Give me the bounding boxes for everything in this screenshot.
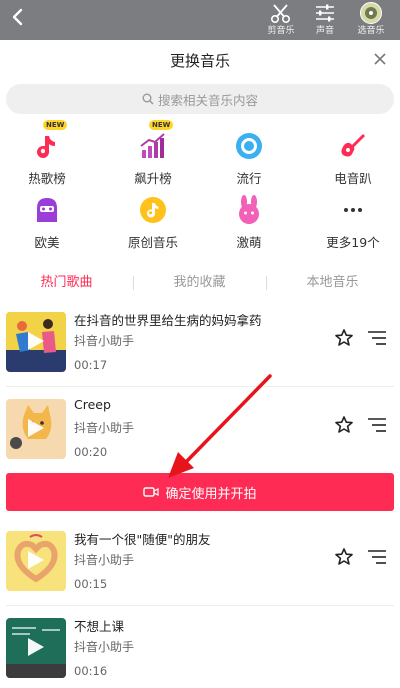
- category-rising[interactable]: NEW 飙升榜: [113, 120, 193, 187]
- category-more[interactable]: 更多19个: [313, 194, 393, 251]
- category-label: 电音趴: [334, 171, 372, 186]
- song-cover: [6, 399, 66, 459]
- song-duration: 00:17: [74, 358, 108, 372]
- song-title: 不想上课: [74, 619, 125, 634]
- close-icon[interactable]: [372, 51, 388, 67]
- category-label: 欧美: [34, 235, 60, 250]
- song-duration: 00:15: [74, 577, 108, 591]
- music-disc-icon: [360, 2, 382, 24]
- cut-list-icon[interactable]: [368, 418, 386, 432]
- row-divider: [6, 605, 394, 606]
- category-label: 原创音乐: [127, 235, 178, 250]
- top-toolbar: 剪音乐 声音 选音乐: [0, 0, 400, 40]
- category-label: 流行: [236, 171, 262, 186]
- song-cover: [6, 531, 66, 591]
- cut-music-label: 剪音乐: [267, 26, 295, 36]
- category-label: 飙升榜: [134, 171, 172, 186]
- confirm-button-label: 确定使用并开拍: [165, 486, 257, 502]
- music-tabs: 热门歌曲 我的收藏 本地音乐: [0, 266, 400, 300]
- target-icon: [236, 133, 262, 159]
- tab-hot-songs[interactable]: 热门歌曲: [0, 266, 133, 300]
- category-original-music[interactable]: 原创音乐: [113, 194, 193, 251]
- sound-button[interactable]: 声音: [302, 2, 348, 40]
- favorite-star-icon[interactable]: [334, 547, 354, 567]
- category-western[interactable]: 欧美: [7, 194, 87, 251]
- song-item[interactable]: 在抖音的世界里给生病的妈妈拿药 抖音小助手 00:17: [0, 312, 400, 392]
- song-artist: 抖音小助手: [74, 421, 135, 435]
- row-divider: [6, 386, 394, 387]
- song-title: 我有一个很"随便"的朋友: [74, 532, 211, 547]
- category-edm[interactable]: 电音趴: [313, 130, 393, 187]
- scissors-icon: [271, 4, 290, 24]
- song-item[interactable]: 我有一个很"随便"的朋友 抖音小助手 00:15: [0, 531, 400, 611]
- song-artist: 抖音小助手: [74, 640, 135, 654]
- song-artist: 抖音小助手: [74, 334, 135, 348]
- confirm-use-and-shoot-button[interactable]: 确定使用并开拍: [6, 473, 394, 511]
- category-cute[interactable]: 激萌: [209, 194, 289, 251]
- song-item[interactable]: 不想上课 抖音小助手 00:16: [0, 618, 400, 688]
- guitar-icon: [341, 133, 366, 157]
- tab-favorites[interactable]: 我的收藏: [133, 266, 266, 300]
- new-badge: NEW: [149, 120, 174, 130]
- cut-list-icon[interactable]: [368, 331, 386, 345]
- song-duration: 00:20: [74, 445, 108, 459]
- sliders-icon: [316, 4, 334, 22]
- category-hot-songs[interactable]: NEW 热歌榜: [7, 120, 87, 187]
- tiktok-circle-icon: [140, 197, 166, 223]
- favorite-star-icon[interactable]: [334, 328, 354, 348]
- search-icon: [142, 93, 154, 105]
- song-title: 在抖音的世界里给生病的妈妈拿药: [74, 313, 262, 328]
- sheet-title: 更换音乐: [169, 52, 230, 70]
- search-placeholder: 搜索相关音乐内容: [157, 92, 258, 108]
- video-camera-icon: [143, 487, 160, 497]
- song-title: Creep: [74, 397, 111, 412]
- play-icon[interactable]: [26, 417, 46, 439]
- song-artist: 抖音小助手: [74, 553, 135, 567]
- tab-local-music[interactable]: 本地音乐: [266, 266, 399, 300]
- bunny-icon: [239, 195, 259, 224]
- favorite-star-icon[interactable]: [334, 415, 354, 435]
- song-duration: 00:16: [74, 664, 108, 678]
- rising-bars-icon: [140, 133, 165, 158]
- tiktok-note-icon: [37, 136, 55, 158]
- new-badge: NEW: [43, 120, 68, 130]
- back-chevron-icon[interactable]: [8, 6, 28, 28]
- play-icon[interactable]: [26, 330, 46, 352]
- cut-list-icon[interactable]: [368, 550, 386, 564]
- select-music-label: 选音乐: [357, 26, 385, 36]
- select-music-button[interactable]: 选音乐: [348, 2, 394, 40]
- song-cover: [6, 618, 66, 678]
- search-input[interactable]: 搜索相关音乐内容: [6, 84, 394, 114]
- category-label: 激萌: [236, 235, 262, 250]
- cut-music-button[interactable]: 剪音乐: [258, 2, 304, 40]
- song-cover: [6, 312, 66, 372]
- sound-label: 声音: [315, 26, 334, 36]
- person-icon: [37, 198, 57, 222]
- change-music-sheet: 更换音乐 搜索相关音乐内容 NEW 热歌榜 NEW 飙升榜 流行 电音趴 欧美 …: [0, 40, 400, 688]
- category-label: 更多19个: [326, 235, 380, 250]
- play-icon[interactable]: [26, 636, 46, 658]
- category-label: 热歌榜: [28, 171, 66, 186]
- more-icon: [344, 208, 362, 212]
- play-icon[interactable]: [26, 549, 46, 571]
- song-item[interactable]: Creep 抖音小助手 00:20: [0, 397, 400, 479]
- category-pop[interactable]: 流行: [209, 130, 289, 187]
